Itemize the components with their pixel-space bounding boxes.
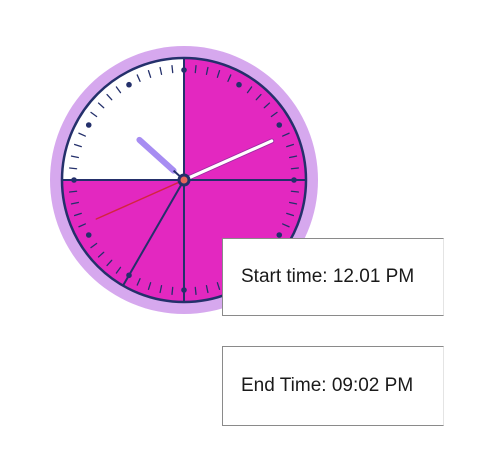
- minute-tick: [68, 190, 78, 193]
- hour-marker-dot: [85, 232, 92, 238]
- minute-tick: [290, 190, 300, 193]
- end-time-card: End Time: 09:02 PM: [222, 346, 444, 426]
- minute-tick: [194, 64, 197, 74]
- minute-tick: [68, 167, 78, 170]
- hour-marker-dot: [276, 232, 283, 238]
- start-time-label: Start time: 12.01 PM: [241, 266, 415, 287]
- hour-marker-dot: [276, 122, 283, 128]
- hour-marker-dot: [126, 81, 132, 88]
- start-time-card: Start time: 12.01 PM: [222, 238, 444, 316]
- shaded-segment: [184, 58, 306, 180]
- hour-marker-dot: [236, 81, 242, 88]
- minute-tick: [171, 64, 174, 74]
- minute-tick: [194, 286, 197, 296]
- minute-tick: [171, 286, 174, 296]
- hour-marker-dot: [85, 122, 92, 128]
- minute-tick: [290, 167, 300, 170]
- center-pin-inner: [180, 176, 188, 184]
- end-time-label: End Time: 09:02 PM: [241, 375, 414, 396]
